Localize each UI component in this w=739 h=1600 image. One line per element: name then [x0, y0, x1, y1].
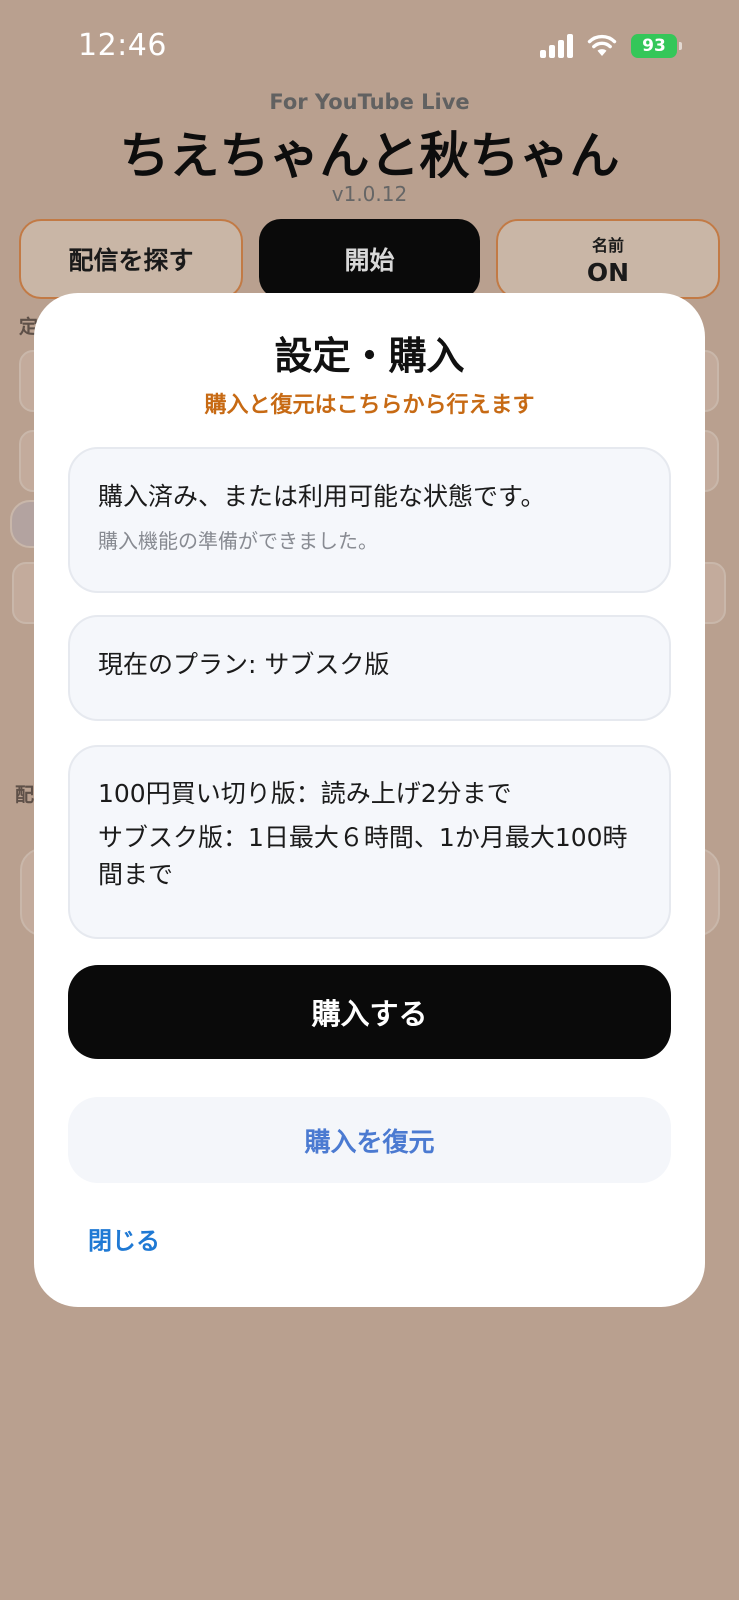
status-icons: 93 [540, 34, 682, 58]
wifi-icon [587, 34, 617, 56]
modal-subtitle: 購入と復元はこちらから行えます [204, 393, 535, 418]
status-time: 12:46 [78, 28, 167, 63]
purchase-status-card: 購入済み、または利用可能な状態です。 購入機能の準備ができました。 [68, 447, 671, 593]
app-version: v1.0.12 [331, 182, 408, 206]
plan-info-card: 100円買い切り版：読み上げ2分まで サブスク版：1日最大６時間、1か月最大10… [68, 745, 671, 939]
app-title: ちえちゃんと秋ちゃん [119, 127, 620, 185]
plan-info-line-subscription: サブスク版：1日最大６時間、1か月最大100時間まで [98, 822, 628, 890]
close-link[interactable]: 閉じる [88, 1221, 160, 1256]
name-toggle-button[interactable]: 名前 ON [496, 219, 720, 299]
purchase-button[interactable]: 購入する [68, 965, 671, 1059]
bg-section-label-2: 配 [15, 784, 35, 806]
purchase-status-text: 購入済み、または利用可能な状態です。 [98, 482, 546, 511]
battery-level: 93 [642, 36, 666, 56]
app-subtitle: For YouTube Live [269, 90, 470, 114]
battery-charging-icon: 93 [631, 34, 682, 58]
status-bar: 12:46 93 [0, 0, 739, 90]
signal-icon [540, 34, 573, 58]
current-plan-text: 現在のプラン: サブスク版 [98, 650, 390, 679]
find-stream-button[interactable]: 配信を探す [19, 219, 243, 299]
name-toggle-label: 名前 [591, 235, 624, 255]
purchase-status-detail: 購入機能の準備ができました。 [98, 529, 378, 554]
name-toggle-value: ON [586, 257, 630, 287]
current-plan-card: 現在のプラン: サブスク版 [68, 615, 671, 721]
start-button[interactable]: 開始 [259, 219, 480, 299]
plan-info-line-onetime: 100円買い切り版：読み上げ2分まで [98, 779, 512, 808]
modal-title: 設定・購入 [274, 334, 465, 378]
settings-purchase-modal: 設定・購入 購入と復元はこちらから行えます 購入済み、または利用可能な状態です。… [34, 293, 705, 1307]
restore-purchase-button[interactable]: 購入を復元 [68, 1097, 671, 1183]
